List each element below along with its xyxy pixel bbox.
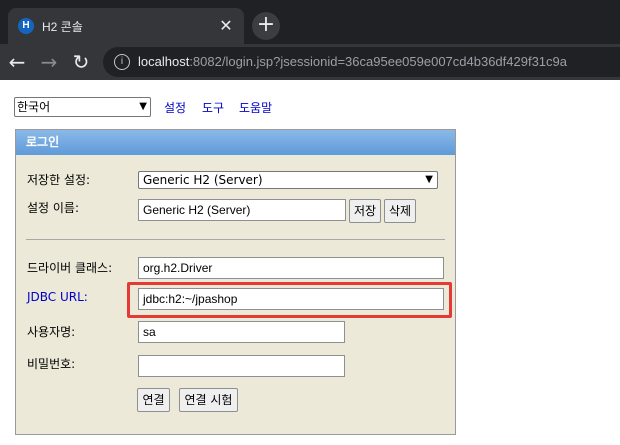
login-header: 로그인: [16, 130, 455, 155]
url-path: :8082/login.jsp?jsessionid=36ca95ee059e0…: [189, 54, 567, 69]
browser-toolbar: ← → ↻ i localhost:8082/login.jsp?jsessio…: [0, 44, 620, 80]
browser-tab[interactable]: H H2 콘솔 ✕: [8, 8, 244, 44]
url-host: localhost: [138, 54, 190, 69]
jdbc-url-label[interactable]: JDBC URL:: [27, 290, 88, 304]
h2-favicon-icon: H: [18, 18, 34, 34]
close-tab-icon[interactable]: ✕: [216, 16, 236, 36]
settings-link[interactable]: 설정: [164, 99, 186, 116]
username-input[interactable]: sa: [138, 321, 345, 343]
saved-settings-value: Generic H2 (Server): [143, 173, 263, 187]
chevron-down-icon: ▼: [139, 101, 147, 112]
test-connection-button[interactable]: 연결 시험: [179, 388, 238, 412]
connect-button[interactable]: 연결: [137, 388, 170, 412]
saved-settings-label: 저장한 설정:: [27, 173, 91, 187]
username-label: 사용자명:: [27, 325, 76, 339]
address-bar[interactable]: i localhost:8082/login.jsp?jsessionid=36…: [103, 47, 620, 77]
forward-arrow-icon[interactable]: →: [37, 50, 61, 74]
reload-icon[interactable]: ↻: [69, 50, 93, 74]
setting-name-label: 설정 이름:: [27, 201, 80, 215]
help-link[interactable]: 도움말: [239, 99, 272, 116]
saved-settings-select[interactable]: Generic H2 (Server) ▼: [138, 171, 438, 189]
delete-button[interactable]: 삭제: [384, 199, 416, 223]
driver-class-input[interactable]: org.h2.Driver: [138, 257, 444, 279]
language-value: 한국어: [17, 100, 51, 114]
chevron-down-icon: ▼: [425, 174, 433, 185]
jdbc-url-highlight-box: [127, 282, 452, 318]
password-input[interactable]: [138, 355, 345, 377]
save-button[interactable]: 저장: [349, 199, 381, 223]
new-tab-button[interactable]: +: [252, 12, 280, 40]
divider: [26, 239, 445, 240]
tools-link[interactable]: 도구: [202, 99, 224, 116]
tab-title: H2 콘솔: [42, 20, 83, 34]
back-arrow-icon[interactable]: ←: [5, 50, 29, 74]
driver-class-label: 드라이버 클래스:: [27, 261, 113, 275]
info-icon[interactable]: i: [114, 54, 130, 70]
password-label: 비밀번호:: [27, 357, 76, 371]
setting-name-input[interactable]: Generic H2 (Server): [138, 199, 346, 221]
browser-tab-bar: H H2 콘솔 ✕ +: [0, 0, 620, 44]
language-select[interactable]: 한국어 ▼: [14, 97, 151, 117]
url-text: localhost:8082/login.jsp?jsessionid=36ca…: [138, 54, 567, 69]
